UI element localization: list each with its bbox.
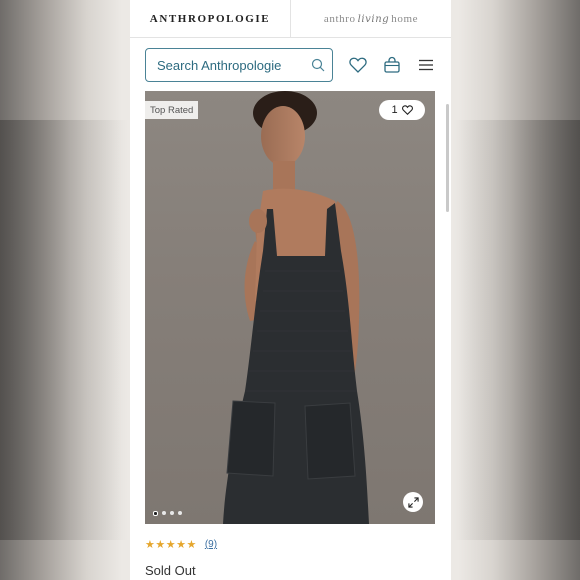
brand-bar: ANTHROPOLOGIE anthro living home xyxy=(130,0,451,38)
search-row: Search Anthropologie xyxy=(130,39,451,89)
model-photo xyxy=(223,91,369,524)
hamburger-menu-icon[interactable] xyxy=(416,55,436,75)
product-image[interactable]: Top Rated 1 xyxy=(145,91,435,524)
carousel-dot-2[interactable] xyxy=(162,511,166,515)
heart-icon xyxy=(401,105,413,115)
review-count-link[interactable]: (9) xyxy=(205,539,217,550)
anthro-living-home-logo[interactable]: anthro living home xyxy=(291,0,451,38)
like-button[interactable]: 1 xyxy=(379,100,425,120)
home-brand-suffix: home xyxy=(391,13,419,25)
carousel-dot-1[interactable] xyxy=(153,511,158,516)
shopping-bag-icon[interactable] xyxy=(382,55,402,75)
top-rated-badge: Top Rated xyxy=(145,101,199,119)
rating-stars: ★★★★★ xyxy=(145,539,197,551)
image-carousel-dots[interactable] xyxy=(153,511,182,516)
search-placeholder: Search Anthropologie xyxy=(157,57,282,73)
scrollbar[interactable] xyxy=(446,104,449,212)
availability-status: Sold Out xyxy=(145,563,196,578)
home-brand-prefix: anthro xyxy=(323,13,356,25)
search-input[interactable]: Search Anthropologie xyxy=(145,48,333,82)
anthropologie-logo[interactable]: ANTHROPOLOGIE xyxy=(130,0,290,38)
rating-row: ★★★★★ (9) xyxy=(145,538,217,551)
like-count: 1 xyxy=(391,104,398,116)
mobile-page: ANTHROPOLOGIE anthro living home Search … xyxy=(130,0,451,580)
carousel-dot-4[interactable] xyxy=(178,511,182,515)
carousel-dot-3[interactable] xyxy=(170,511,174,515)
wishlist-heart-icon[interactable] xyxy=(348,55,368,75)
expand-icon[interactable] xyxy=(403,492,423,512)
home-brand-script: living xyxy=(357,13,390,25)
search-icon[interactable] xyxy=(304,49,332,81)
